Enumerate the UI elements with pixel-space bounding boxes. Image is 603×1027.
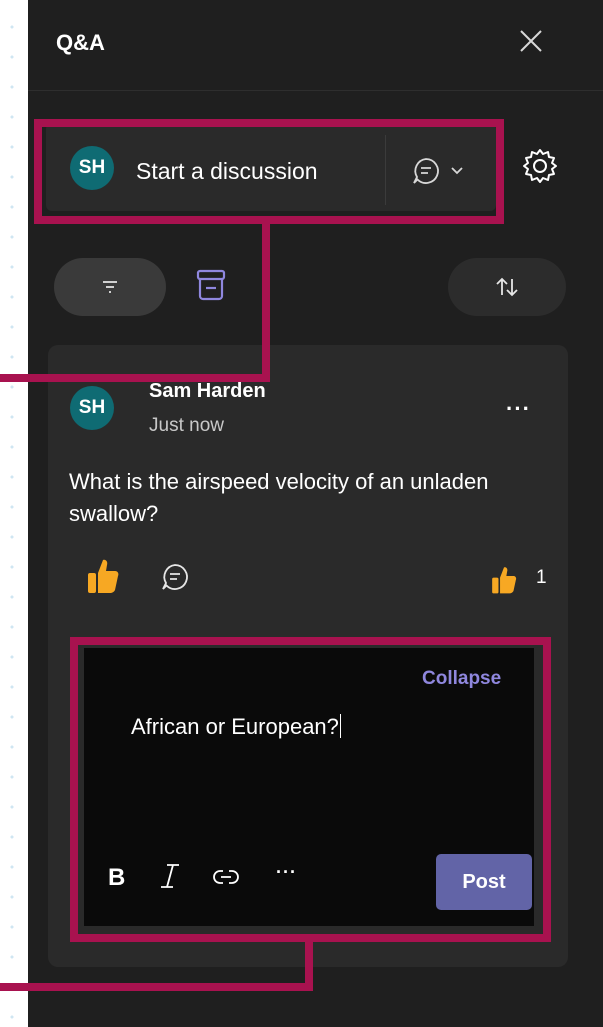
callout-line-composer-vertical [262,216,270,382]
callout-box-composer [34,119,504,224]
panel-title: Q&A [56,30,105,55]
archive-icon[interactable] [196,268,226,302]
callout-line-reply-horizontal [0,983,313,991]
callout-box-reply [70,637,551,942]
reply-icon[interactable] [160,562,190,592]
post-author-avatar: SH [70,386,114,430]
filter-icon [103,281,117,293]
panel-header: Q&A [28,0,603,91]
post-author-name: Sam Harden [149,380,266,402]
post-timestamp: Just now [149,415,224,436]
callout-line-composer-horizontal [0,374,270,382]
sort-button[interactable] [448,258,566,316]
more-options-button[interactable]: ··· [506,396,531,422]
like-count-icon [492,567,517,594]
thumbs-up-icon[interactable] [86,557,120,595]
filter-button[interactable] [54,258,166,316]
gear-icon[interactable] [522,148,558,184]
like-count: 1 [536,567,547,588]
sort-icon [496,277,518,297]
post-question: What is the airspeed velocity of an unla… [69,469,489,526]
close-icon[interactable] [516,26,546,56]
background-dots [0,0,14,1027]
